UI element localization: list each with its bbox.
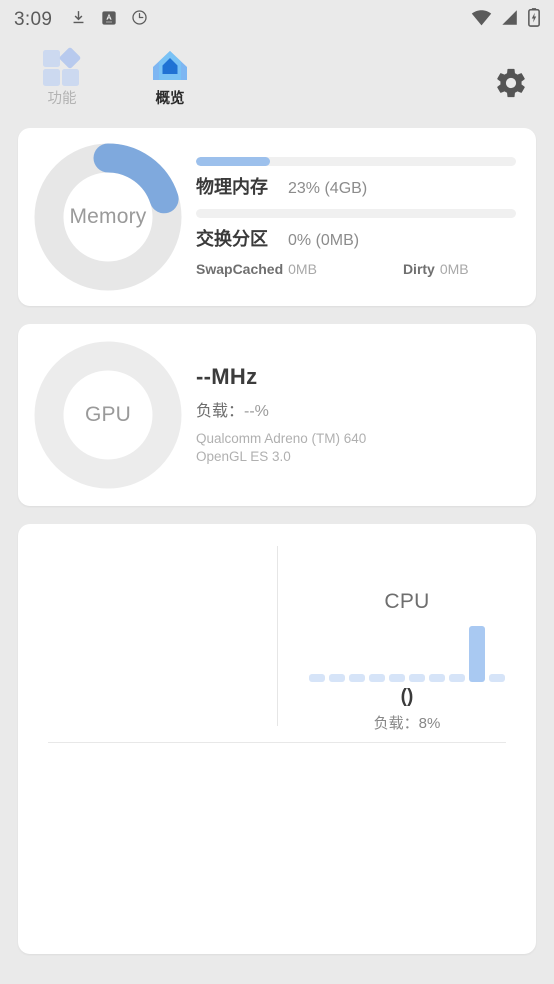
settings-button[interactable] bbox=[494, 66, 528, 100]
gpu-load-row: 负载：--% bbox=[196, 397, 520, 421]
gpu-donut-chart: GPU bbox=[28, 335, 188, 495]
status-left-icons bbox=[70, 9, 148, 31]
gpu-meta: Qualcomm Adreno (TM) 640 OpenGL ES 3.0 bbox=[196, 430, 520, 466]
memory-details: 物理内存 23% (4GB) 交换分区 0% (0MB) SwapCached … bbox=[188, 157, 520, 277]
tab-overview-label: 概览 bbox=[155, 91, 185, 107]
physical-memory-label: 物理内存 bbox=[196, 177, 268, 197]
cpu-horizontal-divider bbox=[48, 742, 506, 743]
clock-icon bbox=[131, 9, 148, 31]
gpu-donut-label: GPU bbox=[84, 403, 132, 426]
memory-card[interactable]: Memory 物理内存 23% (4GB) 交换分区 0% (0MB) Swap… bbox=[18, 128, 536, 306]
swapcached-value: 0MB bbox=[288, 261, 317, 277]
gpu-card[interactable]: GPU --MHz 负载：--% Qualcomm Adreno (TM) 64… bbox=[18, 324, 536, 506]
cpu-bar-8 bbox=[449, 674, 465, 682]
tab-overview[interactable]: 概览 bbox=[130, 46, 210, 108]
gpu-vendor: Qualcomm Adreno (TM) 640 bbox=[196, 430, 367, 446]
cpu-grid: CPU () 负载：8% bbox=[18, 524, 536, 742]
cpu-bar-1 bbox=[309, 674, 325, 682]
wifi-icon bbox=[471, 9, 492, 31]
gear-icon bbox=[497, 68, 525, 98]
cpu-bar-3 bbox=[349, 674, 365, 682]
gpu-load-value: --% bbox=[244, 402, 269, 420]
apps-grid-square-1 bbox=[43, 50, 60, 67]
gpu-api: OpenGL ES 3.0 bbox=[196, 449, 291, 464]
battery-charging-icon bbox=[528, 8, 540, 32]
gpu-details: --MHz 负载：--% Qualcomm Adreno (TM) 640 Op… bbox=[188, 364, 520, 466]
text-badge-a-icon bbox=[101, 10, 117, 31]
apps-grid-square-2 bbox=[43, 69, 60, 86]
cpu-card[interactable]: CPU () 负载：8% bbox=[18, 524, 536, 954]
content-area: Memory 物理内存 23% (4GB) 交换分区 0% (0MB) Swap… bbox=[0, 128, 554, 954]
cpu-bar-6 bbox=[409, 674, 425, 682]
tab-features[interactable]: 功能 bbox=[22, 46, 102, 108]
swap-value: 0% (0MB) bbox=[288, 232, 360, 249]
apps-grid-square-3 bbox=[62, 69, 79, 86]
memory-donut-label: Memory bbox=[69, 205, 147, 228]
cpu-load: 负载：8% bbox=[373, 715, 441, 732]
status-right-icons bbox=[471, 8, 540, 32]
cpu-bar-4 bbox=[369, 674, 385, 682]
physical-memory-progress bbox=[196, 157, 516, 166]
cpu-bar-5 bbox=[389, 674, 405, 682]
home-icon bbox=[148, 46, 192, 86]
swap-progress bbox=[196, 209, 516, 218]
cpu-bar-chart bbox=[309, 620, 505, 682]
status-time: 3:09 bbox=[14, 9, 53, 30]
memory-extras-row: SwapCached 0MB Dirty 0MB bbox=[196, 261, 516, 277]
gpu-frequency: --MHz bbox=[196, 363, 258, 389]
memory-donut-chart: Memory bbox=[28, 137, 188, 297]
cellular-signal-icon bbox=[501, 9, 519, 31]
cpu-bar-2 bbox=[329, 674, 345, 682]
status-bar: 3:09 bbox=[0, 0, 554, 40]
cpu-left-panel bbox=[18, 524, 277, 742]
tab-features-label: 功能 bbox=[47, 91, 77, 107]
swapcached-label: SwapCached bbox=[196, 261, 284, 277]
physical-memory-row: 物理内存 23% (4GB) bbox=[196, 173, 516, 199]
cpu-bar-10 bbox=[489, 674, 505, 682]
download-icon bbox=[70, 9, 87, 31]
apps-grid-icon bbox=[40, 46, 84, 86]
physical-memory-value: 23% (4GB) bbox=[288, 180, 368, 197]
gpu-load-label: 负载： bbox=[196, 402, 245, 420]
cpu-title: CPU bbox=[384, 590, 430, 613]
cpu-bar-9 bbox=[469, 626, 485, 682]
physical-memory-progress-fill bbox=[196, 157, 270, 166]
cpu-bar-7 bbox=[429, 674, 445, 682]
swap-label: 交换分区 bbox=[196, 229, 268, 249]
apps-grid-diamond bbox=[58, 46, 82, 70]
dirty-label: Dirty bbox=[402, 261, 435, 277]
swap-row: 交换分区 0% (0MB) bbox=[196, 225, 516, 251]
dirty-value: 0MB bbox=[439, 261, 469, 277]
cpu-right-panel: CPU () 负载：8% bbox=[278, 524, 536, 742]
tab-bar: 功能 概览 bbox=[0, 40, 554, 128]
cpu-cores: () bbox=[400, 686, 414, 707]
